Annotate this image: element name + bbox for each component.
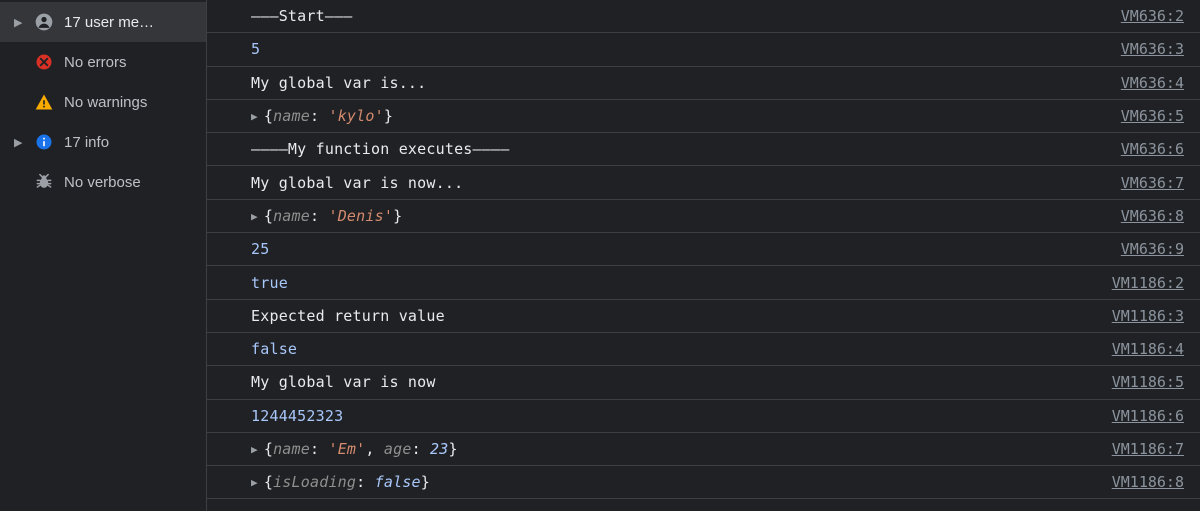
sidebar-item-info[interactable]: ▶ 17 info [0,122,206,162]
object-punc: : [356,473,374,491]
object-punc: : [310,107,328,125]
expand-triangle-icon[interactable]: ▶ [251,110,258,123]
console-object[interactable]: ▶{name: 'Denis'} [251,207,1121,225]
source-link[interactable]: VM1186:5 [1112,373,1184,391]
object-string-value: 'Denis' [328,207,393,225]
object-key: name [273,440,310,458]
console-message: false [251,340,1112,358]
object-punc: : [412,440,430,458]
info-icon [34,132,54,152]
error-icon [34,52,54,72]
console-row: 5 VM636:3 [207,33,1200,66]
console-message: Expected return value [251,307,1112,325]
console-message: 5 [251,40,1121,58]
console-number: 25 [251,240,269,258]
console-output: ———Start——— VM636:2 5 VM636:3 My global var … [206,0,1200,511]
console-row: ▶{name: 'Em', age: 23}VM1186:7 [207,433,1200,466]
sidebar-item-error[interactable]: ▶No errors [0,42,206,82]
console-row: ————My function executes———— VM636:6 [207,133,1200,166]
sidebar-item-user[interactable]: ▶ 17 user me… [0,2,206,42]
console-row: true VM1186:2 [207,266,1200,299]
console-row: My global var is now VM1186:5 [207,366,1200,399]
source-link[interactable]: VM1186:4 [1112,340,1184,358]
expand-triangle-icon[interactable]: ▶ [251,210,258,223]
console-message: 1244452323 [251,407,1112,425]
source-link[interactable]: VM636:7 [1121,174,1184,192]
source-link[interactable]: VM636:6 [1121,140,1184,158]
source-link[interactable]: VM636:3 [1121,40,1184,58]
console-number: 1244452323 [251,407,343,425]
source-link[interactable]: VM636:8 [1121,207,1184,225]
object-string-value: 'kylo' [328,107,383,125]
source-link[interactable]: VM1186:2 [1112,274,1184,292]
object-punc: : [310,440,328,458]
warning-icon [34,92,54,112]
source-link[interactable]: VM1186:7 [1112,440,1184,458]
console-row: 1244452323 VM1186:6 [207,400,1200,433]
object-bool-value: false [375,473,421,491]
source-link[interactable]: VM636:9 [1121,240,1184,258]
source-link[interactable]: VM636:2 [1121,7,1184,25]
object-number-value: 23 [430,440,448,458]
console-row: My global var is... VM636:4 [207,67,1200,100]
console-row: ▶{isLoading: false}VM1186:8 [207,466,1200,499]
object-key: name [273,107,310,125]
console-row: My global var is now... VM636:7 [207,166,1200,199]
expand-chevron-icon[interactable]: ▶ [14,136,24,149]
console-text: ————My function executes———— [251,140,509,158]
console-number: 5 [251,40,260,58]
object-key: isLoading [273,473,356,491]
source-link[interactable]: VM1186:6 [1112,407,1184,425]
console-message: My global var is now... [251,174,1121,192]
console-row: false VM1186:4 [207,333,1200,366]
console-bool: false [251,340,297,358]
console-object[interactable]: ▶{name: 'Em', age: 23} [251,440,1112,458]
console-message: true [251,274,1112,292]
console-row: ▶{name: 'Denis'}VM636:8 [207,200,1200,233]
console-row: 25 VM636:9 [207,233,1200,266]
console-text: ———Start——— [251,7,353,25]
console-message: ———Start——— [251,7,1121,25]
object-key: age [384,440,412,458]
bug-icon [34,172,54,192]
sidebar-item-label: No errors [64,54,127,71]
console-text: My global var is now [251,373,436,391]
sidebar-item-label: 17 user me… [64,14,154,31]
sidebar-item-label: No warnings [64,94,147,111]
user-icon [34,12,54,32]
sidebar-item-warning[interactable]: ▶No warnings [0,82,206,122]
sidebar-item-bug[interactable]: ▶No verbose [0,162,206,202]
console-text: Expected return value [251,307,445,325]
object-key: name [273,207,310,225]
console-row: ———Start——— VM636:2 [207,0,1200,33]
source-link[interactable]: VM636:4 [1121,74,1184,92]
console-message: My global var is now [251,373,1112,391]
console-message: My global var is... [251,74,1121,92]
console-sidebar: ▶ 17 user me… ▶No errors▶No warnings ▶ 17 in… [0,0,206,511]
console-text: My global var is now... [251,174,463,192]
console-object[interactable]: ▶{isLoading: false} [251,473,1112,491]
source-link[interactable]: VM1186:8 [1112,473,1184,491]
object-string-value: 'Em' [328,440,365,458]
console-row: ▶{name: 'kylo'}VM636:5 [207,100,1200,133]
console-object[interactable]: ▶{name: 'kylo'} [251,107,1121,125]
expand-triangle-icon[interactable]: ▶ [251,443,258,456]
console-message: 25 [251,240,1121,258]
sidebar-item-label: No verbose [64,174,141,191]
source-link[interactable]: VM636:5 [1121,107,1184,125]
object-punc: : [310,207,328,225]
console-row: Expected return value VM1186:3 [207,300,1200,333]
console-message: ————My function executes———— [251,140,1121,158]
sidebar-item-label: 17 info [64,134,109,151]
expand-triangle-icon[interactable]: ▶ [251,476,258,489]
expand-chevron-icon[interactable]: ▶ [14,16,24,29]
console-bool: true [251,274,288,292]
console-text: My global var is... [251,74,426,92]
object-punc: , [365,440,383,458]
source-link[interactable]: VM1186:3 [1112,307,1184,325]
